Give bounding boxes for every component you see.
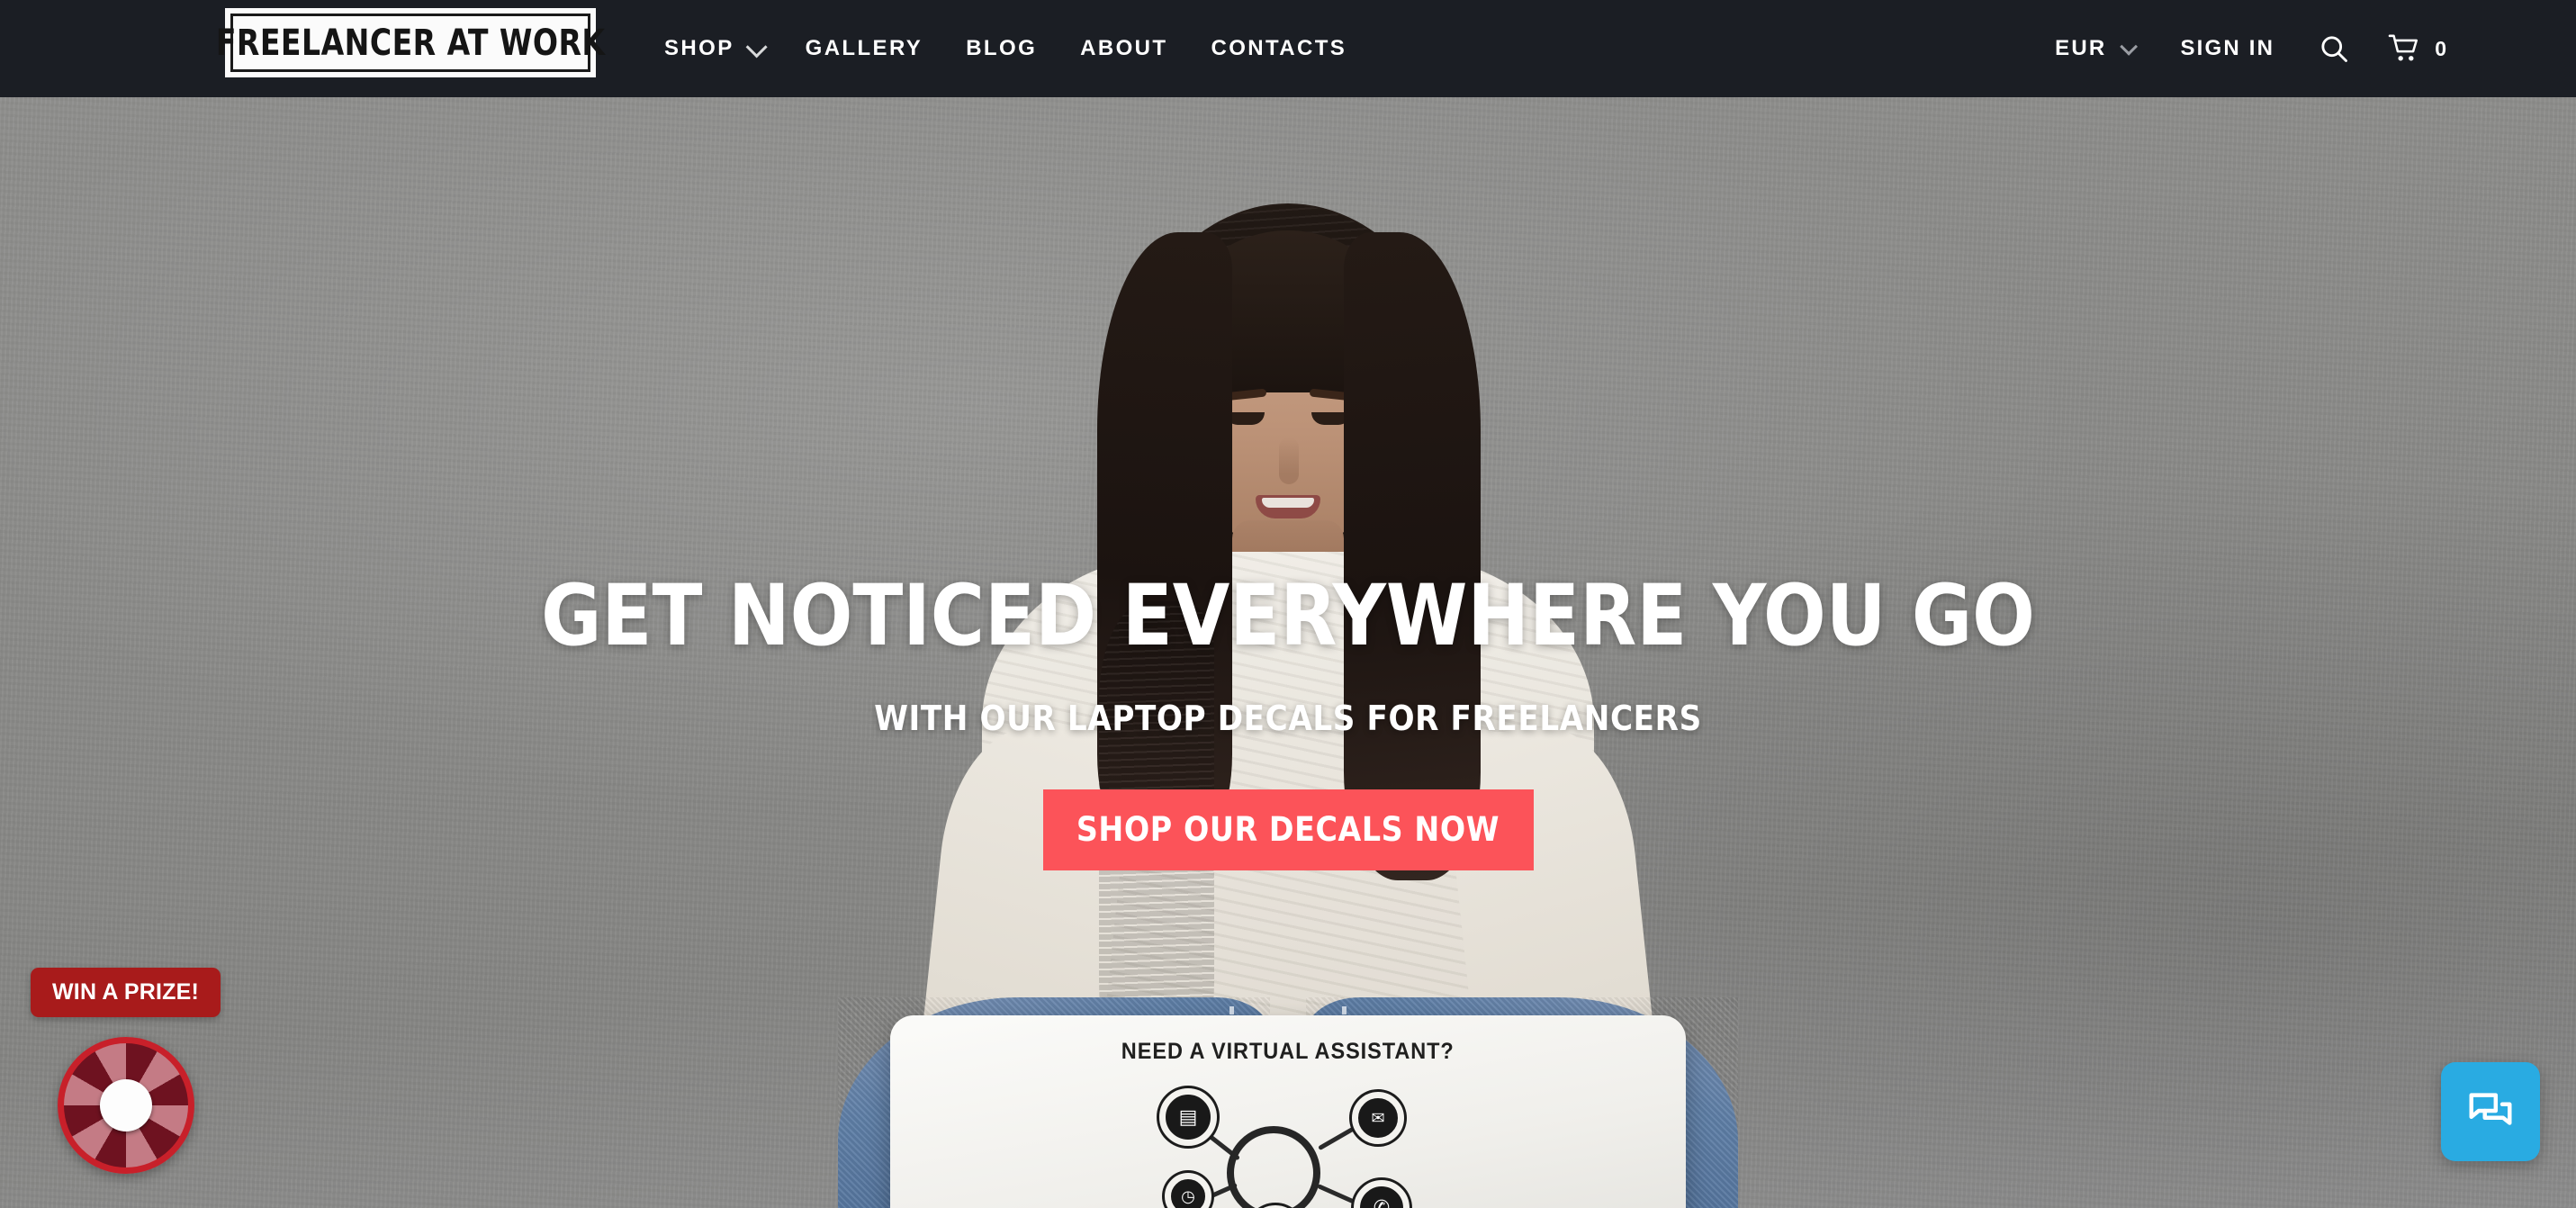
shop-decals-button[interactable]: SHOP OUR DECALS NOW xyxy=(1042,789,1534,870)
currency-label: EUR xyxy=(2055,36,2107,60)
nav-item-blog[interactable]: BLOG xyxy=(944,36,1058,61)
chevron-down-icon xyxy=(2120,37,2139,56)
currency-selector[interactable]: EUR xyxy=(2031,36,2157,61)
prize-widget: WIN A PRIZE! xyxy=(31,968,221,1174)
hero-section: NEED A VIRTUAL ASSISTANT? ▤ ✉ ◷ ✆ ✈ ASK … xyxy=(0,97,2576,1208)
nav-label-shop: SHOP xyxy=(664,36,734,60)
decal-link xyxy=(1318,1123,1359,1151)
site-logo[interactable]: FREELANCER AT WORK xyxy=(216,8,605,77)
decal-headline: NEED A VIRTUAL ASSISTANT? xyxy=(1121,1039,1455,1064)
cart-button[interactable]: 0 xyxy=(2370,33,2464,64)
hero-headline: GET NOTICED EVERYWHERE YOU GO xyxy=(541,567,2035,665)
hero-subheadline: WITH OUR LAPTOP DECALS FOR FREELANCERS xyxy=(874,699,1702,738)
hero-copy: GET NOTICED EVERYWHERE YOU GO WITH OUR L… xyxy=(0,97,2576,870)
shopping-cart-icon xyxy=(2388,34,2418,61)
decal-network-graphic: ▤ ✉ ◷ ✆ ✈ ASK ME! xyxy=(1139,1079,1437,1208)
laptop: NEED A VIRTUAL ASSISTANT? ▤ ✉ ◷ ✆ ✈ ASK … xyxy=(890,1015,1686,1208)
logo-text: FREELANCER AT WORK xyxy=(215,22,606,64)
nav-label-gallery: GALLERY xyxy=(805,36,923,60)
phone-icon: ✆ xyxy=(1354,1180,1410,1208)
clock-icon: ◷ xyxy=(1165,1173,1211,1208)
nav-label-about: ABOUT xyxy=(1080,36,1168,60)
chevron-down-icon xyxy=(745,35,768,58)
laptop-icon: ▤ xyxy=(1159,1088,1217,1146)
laptop-decal: NEED A VIRTUAL ASSISTANT? ▤ ✉ ◷ ✆ ✈ ASK … xyxy=(890,1039,1686,1208)
sign-in-label: SIGN IN xyxy=(2180,36,2275,60)
logo-frame: FREELANCER AT WORK xyxy=(216,14,605,72)
sign-in-link[interactable]: SIGN IN xyxy=(2157,36,2298,61)
nav-item-gallery[interactable]: GALLERY xyxy=(784,36,945,61)
nav-label-contacts: CONTACTS xyxy=(1211,36,1347,60)
prize-wheel[interactable] xyxy=(57,1037,194,1174)
nav-item-contacts[interactable]: CONTACTS xyxy=(1189,36,1368,61)
search-button[interactable] xyxy=(2298,32,2370,65)
site-header: FREELANCER AT WORK SHOP GALLERY BLOG ABO… xyxy=(0,0,2576,97)
nav-label-blog: BLOG xyxy=(966,36,1038,60)
win-a-prize-badge[interactable]: WIN A PRIZE! xyxy=(31,968,221,1017)
chat-widget-button[interactable] xyxy=(2441,1062,2540,1161)
main-navigation: SHOP GALLERY BLOG ABOUT CONTACTS xyxy=(643,0,1368,97)
email-icon: ✉ xyxy=(1352,1092,1404,1144)
decal-hub-circle xyxy=(1227,1126,1320,1208)
nav-item-about[interactable]: ABOUT xyxy=(1058,36,1189,61)
cart-count: 0 xyxy=(2435,36,2446,60)
chat-bubbles-icon xyxy=(2469,1093,2512,1125)
header-actions: EUR SIGN IN 0 xyxy=(2031,0,2576,97)
nav-item-shop[interactable]: SHOP xyxy=(643,35,784,61)
search-icon xyxy=(2321,36,2348,62)
